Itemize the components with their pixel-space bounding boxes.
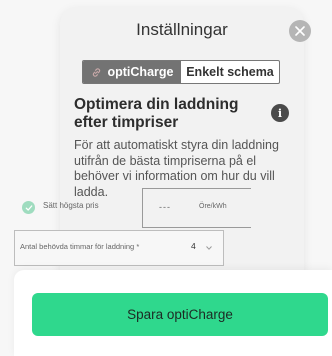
tab-enkelt-schema[interactable]: Enkelt schema	[181, 61, 279, 83]
save-opticharge-button[interactable]: Spara optiCharge	[32, 293, 328, 336]
footer-bar: Spara optiCharge	[14, 270, 332, 356]
max-price-label: Sätt högsta pris	[43, 201, 99, 210]
mode-segmented-control: optiCharge Enkelt schema	[82, 60, 280, 84]
link-icon	[91, 67, 102, 78]
section-heading: Optimera din laddning efter timpriser	[74, 96, 239, 131]
close-icon	[295, 26, 305, 36]
tab-enkelt-schema-label: Enkelt schema	[186, 65, 274, 79]
max-price-row: Sätt högsta pris --- Öre/kWh	[14, 182, 251, 228]
max-price-checkbox[interactable]	[22, 201, 35, 214]
tab-opticharge[interactable]: optiCharge	[83, 61, 181, 83]
tab-opticharge-label: optiCharge	[107, 65, 174, 79]
info-button[interactable]: i	[271, 104, 289, 122]
max-price-input[interactable]: --- Öre/kWh	[142, 188, 251, 228]
close-button[interactable]	[289, 20, 311, 42]
hours-label: Antal behövda timmar för laddning *	[20, 242, 140, 251]
check-icon	[25, 204, 32, 211]
max-price-value: ---	[159, 202, 171, 212]
info-icon: i	[277, 106, 283, 120]
chevron-down-icon	[206, 246, 212, 250]
hours-select[interactable]: Antal behövda timmar för laddning * 4	[14, 230, 224, 266]
max-price-unit: Öre/kWh	[199, 203, 227, 210]
hours-value: 4	[191, 241, 196, 251]
page-title: Inställningar	[136, 20, 228, 39]
